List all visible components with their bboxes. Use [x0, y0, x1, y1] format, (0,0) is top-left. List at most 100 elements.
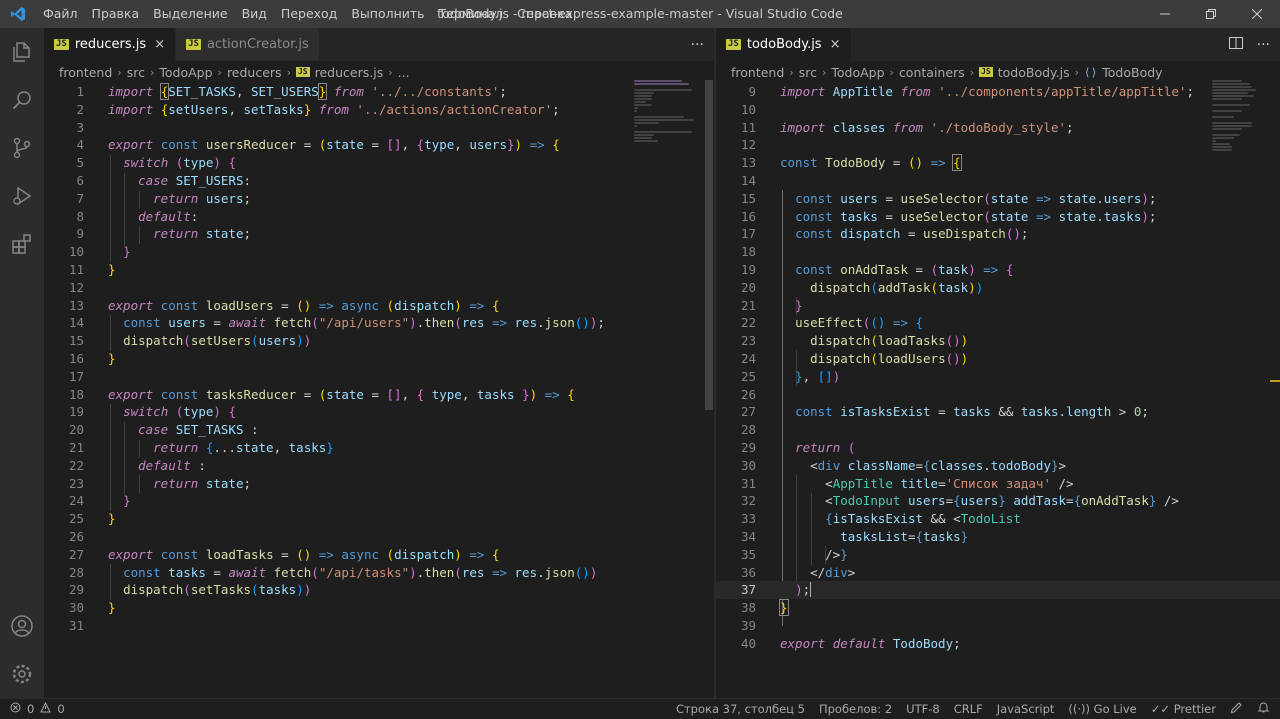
- code-line: 8 default:: [76, 208, 199, 224]
- code-line: 22 default :: [68, 457, 206, 473]
- extensions-icon[interactable]: [0, 220, 44, 268]
- encoding[interactable]: UTF-8: [906, 702, 940, 716]
- explorer-icon[interactable]: [0, 28, 44, 76]
- editor-group-left: JS reducers.js × JS actionCreator.js ···…: [44, 28, 714, 698]
- breadcrumb-item[interactable]: reducers.js: [315, 65, 384, 80]
- indentation[interactable]: Пробелов: 2: [819, 702, 892, 716]
- search-icon[interactable]: [0, 76, 44, 124]
- code-line: 34 tasksList={tasks}: [740, 528, 969, 544]
- breadcrumb-item[interactable]: reducers: [227, 65, 282, 80]
- scroll-position-marker: [1270, 380, 1280, 382]
- minimap-left[interactable]: [634, 80, 694, 143]
- minimap-right[interactable]: [1212, 80, 1272, 152]
- code-line: 18 export const tasksReducer = (state = […: [68, 386, 575, 402]
- error-count: 0: [27, 702, 35, 716]
- code-line: 23 dispatch(loadTasks()): [740, 333, 969, 349]
- run-debug-icon[interactable]: [0, 172, 44, 220]
- breadcrumb-item[interactable]: frontend: [731, 65, 784, 80]
- code-line: 26: [740, 386, 756, 402]
- code-line: 30}: [68, 600, 116, 616]
- menu-terminal[interactable]: Терминал: [432, 0, 511, 28]
- prettier-label: Prettier: [1173, 702, 1216, 716]
- code-line: 35 />}: [740, 546, 848, 562]
- tab-actioncreator[interactable]: JS actionCreator.js: [176, 28, 320, 61]
- breadcrumb-item[interactable]: TodoBody: [1102, 65, 1162, 80]
- code-line: 5 switch (type) {: [76, 155, 236, 171]
- vscode-logo-icon: [0, 0, 36, 28]
- code-line: 12: [68, 279, 84, 295]
- prettier-status[interactable]: ✓✓ Prettier: [1151, 702, 1216, 716]
- code-line: 36 </div>: [740, 564, 856, 580]
- minimize-icon[interactable]: [1142, 0, 1188, 28]
- settings-gear-icon[interactable]: [0, 650, 44, 698]
- tab-todobody[interactable]: JS todoBody.js ×: [716, 28, 852, 61]
- scrollbar-left[interactable]: [705, 80, 713, 410]
- menu-view[interactable]: Вид: [235, 0, 274, 28]
- source-control-icon[interactable]: [0, 124, 44, 172]
- more-actions-icon[interactable]: ···: [691, 37, 704, 53]
- code-line: 29 dispatch(setTasks(tasks)): [68, 582, 312, 598]
- code-line: 28: [740, 422, 756, 438]
- code-line: 1 import {SET_TASKS, SET_USERS} from '../…: [76, 83, 507, 100]
- close-window-icon[interactable]: [1234, 0, 1280, 28]
- accounts-icon[interactable]: [0, 602, 44, 650]
- code-line: 11 import classes from './todoBody_style'…: [740, 119, 1074, 135]
- breadcrumb-item[interactable]: src: [799, 65, 817, 80]
- feedback-icon[interactable]: [1230, 701, 1243, 717]
- code-line: 32 <TodoInput users={users} addTask={onA…: [740, 493, 1179, 509]
- notifications-bell-icon[interactable]: [1257, 701, 1270, 717]
- breadcrumb-item[interactable]: TodoApp: [159, 65, 212, 80]
- code-line: 24 dispatch(loadUsers()): [740, 350, 969, 366]
- code-line: 6 case SET_USERS:: [76, 172, 252, 188]
- js-file-icon: JS: [979, 67, 993, 77]
- broadcast-icon: ((·)): [1068, 702, 1090, 716]
- code-line: 29 return (: [740, 439, 856, 455]
- code-line: 22 useEffect(() => {: [740, 315, 924, 331]
- menu-file[interactable]: Файл: [36, 0, 85, 28]
- code-editor-left[interactable]: 1 import {SET_TASKS, SET_USERS} from '../…: [44, 83, 714, 698]
- code-line: 15 dispatch(setUsers(users)): [68, 333, 312, 349]
- breadcrumb-item[interactable]: frontend: [59, 65, 112, 80]
- title-bar: Файл Правка Выделение Вид Переход Выполн…: [0, 0, 1280, 28]
- code-line: 9 import AppTitle from '../components/app…: [748, 84, 1194, 99]
- split-editor-icon[interactable]: [1228, 36, 1243, 54]
- code-line: 15 const users = useSelector(state => st…: [740, 190, 1157, 206]
- language-mode[interactable]: JavaScript: [997, 702, 1055, 716]
- breadcrumb-item[interactable]: TodoApp: [831, 65, 884, 80]
- code-line-current: 37 );: [716, 581, 1280, 600]
- end-of-line[interactable]: CRLF: [954, 702, 983, 716]
- check-double-icon: ✓✓: [1150, 702, 1171, 716]
- close-icon[interactable]: ×: [830, 37, 841, 52]
- code-line: 2 import {setUsers, setTasks} from '../ac…: [76, 101, 560, 117]
- breadcrumb-item[interactable]: ...: [398, 65, 410, 80]
- more-actions-icon[interactable]: ···: [1257, 37, 1270, 53]
- menu-bar: Файл Правка Выделение Вид Переход Выполн…: [36, 0, 579, 28]
- menu-help[interactable]: Справка: [510, 0, 579, 28]
- code-line: 20 dispatch(addTask(task)): [740, 279, 984, 295]
- breadcrumb-item[interactable]: src: [127, 65, 145, 80]
- menu-selection[interactable]: Выделение: [146, 0, 234, 28]
- code-line: 20 case SET_TASKS :: [68, 422, 259, 438]
- menu-run[interactable]: Выполнить: [344, 0, 431, 28]
- menu-edit[interactable]: Правка: [85, 0, 147, 28]
- menu-go[interactable]: Переход: [274, 0, 344, 28]
- cursor-position[interactable]: Строка 37, столбец 5: [676, 702, 805, 716]
- maximize-icon[interactable]: [1188, 0, 1234, 28]
- code-editor-right[interactable]: 9 import AppTitle from '../components/app…: [716, 83, 1280, 698]
- code-line: 19 switch (type) {: [68, 404, 236, 420]
- code-line: 4 export const usersReducer = (state = []…: [76, 137, 560, 153]
- breadcrumb-item[interactable]: containers: [899, 65, 965, 80]
- tab-reducers[interactable]: JS reducers.js ×: [44, 28, 177, 61]
- breadcrumb-item[interactable]: todoBody.js: [998, 65, 1070, 80]
- tab-label: todoBody.js: [746, 37, 822, 52]
- js-file-icon: JS: [295, 67, 310, 77]
- go-live-button[interactable]: ((·)) Go Live: [1068, 702, 1136, 716]
- code-line: 30 <div className={classes.todoBody}>: [740, 457, 1067, 473]
- code-line: 14 const users = await fetch("/api/users…: [68, 315, 605, 331]
- code-line: 24 }: [68, 493, 131, 509]
- problems-indicator[interactable]: 0 0: [0, 701, 65, 716]
- activity-bar: [0, 28, 44, 698]
- close-icon[interactable]: ×: [154, 37, 165, 52]
- window-controls: [1142, 0, 1280, 28]
- code-line: 26: [68, 528, 84, 544]
